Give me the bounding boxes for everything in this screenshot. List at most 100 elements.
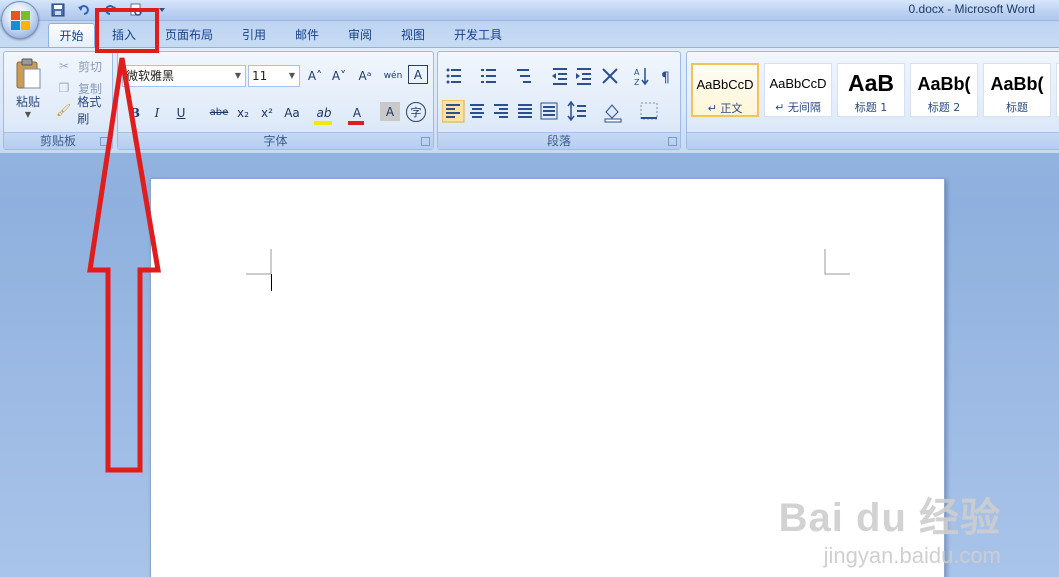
paragraph-icons-row1: AZ ¶ [446,68,670,87]
paragraph-group-label: 段落 [438,132,680,149]
style-normal[interactable]: AaBbCcD ↵ 正文 [691,63,759,117]
office-button[interactable] [1,1,39,39]
watermark-url: jingyan.baidu.com [823,543,1001,568]
phonetic-guide-button[interactable]: wén [380,65,406,86]
top-left-margin-mark [246,249,272,275]
annotation-arrow-icon [87,57,161,473]
char-border-button[interactable]: A [408,65,428,84]
clear-format-button[interactable]: Aᵃ [354,65,376,86]
paragraph-group: AZ ¶ 段落 [437,51,681,150]
increase-indent-icon [576,68,591,85]
style-no-spacing-name: ↵ 无间隔 [775,101,821,114]
watermark: Bai du 经验 jingyan.baidu.com [779,485,1001,569]
borders-icon [640,102,658,120]
style-no-spacing[interactable]: AaBbCcD ↵ 无间隔 [764,63,832,117]
justify-icon [518,104,532,118]
style-heading-1-sample: AaB [847,70,894,96]
subscript-icon: x₂ [237,105,249,120]
font-size-box[interactable]: 11 ▼ [248,65,300,87]
align-left-active-bg [442,100,465,123]
save-icon[interactable] [50,2,66,18]
tab-home[interactable]: 开始 [48,23,95,48]
change-case-button[interactable]: Aa [280,102,304,123]
styles-group-label [687,132,1059,149]
clear-format-icon: Aᵃ [358,68,372,83]
highlight-button[interactable]: ab [312,102,336,123]
paste-icon [16,58,41,89]
multilevel-list-icon [517,69,531,83]
svg-text:¶: ¶ [661,70,670,86]
strikethrough-icon: abe [209,107,229,118]
style-normal-sample: AaBbCcD [696,77,754,92]
tab-references[interactable]: 引用 [231,23,277,48]
watermark-logo: Bai du 经验 [778,496,1001,540]
shading-icon [604,104,622,123]
style-title[interactable]: AaBb( 标题 [983,63,1051,117]
format-painter-icon: 🖌 [56,103,72,117]
font-color-bar [348,121,364,125]
undo-icon[interactable] [76,2,92,18]
svg-text:A: A [634,68,640,77]
distributed-icon [540,102,558,120]
font-size-dropdown-icon: ▼ [288,71,295,80]
shrink-font-icon: A˅ [331,68,347,83]
copy-icon: ❐ [58,81,70,95]
show-marks-icon: ¶ [661,70,670,86]
char-shading-icon: A [385,104,395,119]
svg-text:Z: Z [634,78,640,87]
grow-font-icon: A˄ [307,68,323,83]
chinese-layout-icon [602,68,618,84]
shrink-font-button[interactable]: A˅ [328,65,350,86]
font-launcher-icon[interactable] [421,137,430,146]
style-title-sample: AaBb( [990,74,1044,94]
char-shading-button[interactable]: A [380,102,400,121]
grow-font-button[interactable]: A˄ [304,65,326,86]
bullets-icon [446,68,461,84]
window-title: 0.docx - Microsoft Word [908,2,1035,16]
style-normal-name: ↵ 正文 [707,102,743,115]
font-size-value: 11 [252,69,268,83]
text-caret [271,274,272,291]
style-heading-1-name: 标题 1 [854,101,888,114]
line-spacing-icon [567,100,586,122]
style-title-name: 标题 [1006,101,1028,114]
paragraph-icons-row2 [442,100,658,123]
paragraph-launcher-icon[interactable] [668,137,677,146]
styles-group: AaBbCcD ↵ 正文 AaBbCcD ↵ 无间隔 AaB 标题 1 AaBb… [686,51,1059,150]
underline-icon: U [176,105,186,120]
char-border-icon: A [413,67,423,82]
decrease-indent-icon [552,68,567,85]
tab-view[interactable]: 视图 [390,23,436,48]
top-right-margin-mark [824,249,850,275]
subscript-button[interactable]: x₂ [232,102,254,123]
style-heading-2[interactable]: AaBb( 标题 2 [910,63,978,117]
underline-button[interactable]: U [170,102,192,123]
tab-review[interactable]: 审阅 [337,23,383,48]
paste-button[interactable]: 粘贴 ▼ [8,56,48,128]
style-heading-2-name: 标题 2 [927,101,961,114]
strikethrough-button[interactable]: abe [208,102,230,123]
style-heading-1[interactable]: AaB 标题 1 [837,63,905,117]
tab-page-layout[interactable]: 页面布局 [158,23,220,48]
font-color-icon: A [352,105,362,120]
font-color-button[interactable]: A [346,102,368,123]
paste-dropdown-icon: ▼ [24,110,32,119]
paste-label: 粘贴 [15,95,40,109]
change-case-icon: Aa [284,105,300,120]
enclose-char-button[interactable]: 字 [406,102,426,122]
tab-developer[interactable]: 开发工具 [443,23,513,48]
align-center-icon [470,104,484,118]
style-no-spacing-sample: AaBbCcD [769,76,827,91]
numbering-icon [481,69,496,83]
tab-mailings[interactable]: 邮件 [284,23,330,48]
office-logo-icon [11,11,30,30]
enclose-char-icon: 字 [410,106,422,119]
superscript-icon: x² [261,105,273,120]
scissors-icon: ✂ [58,59,70,73]
annotation-highlight-box [95,8,159,53]
highlight-icon: ab [316,105,332,120]
style-heading-2-sample: AaBb( [917,74,971,94]
highlight-color-bar [314,121,332,125]
align-right-icon [494,104,508,118]
superscript-button[interactable]: x² [256,102,278,123]
